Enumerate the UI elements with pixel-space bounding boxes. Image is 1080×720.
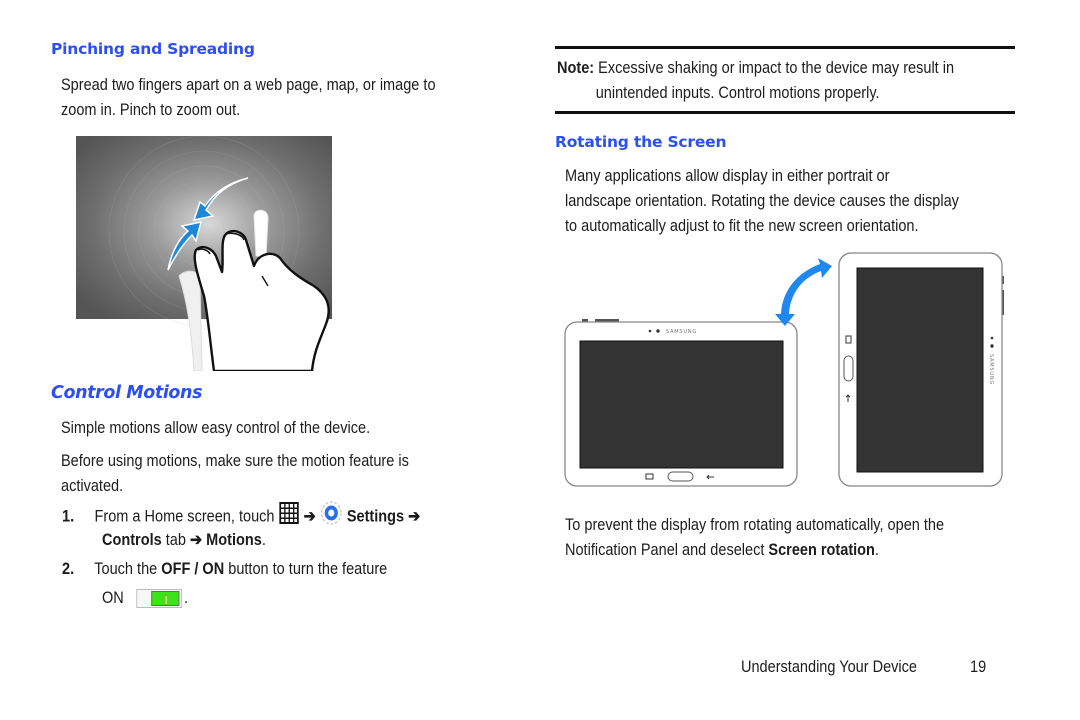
footer-section: Understanding Your Device	[741, 658, 917, 676]
note-text: Excessive shaking or impact to the devic…	[598, 59, 955, 77]
pinch-gesture-illustration	[76, 135, 334, 373]
note-label: Note:	[557, 59, 595, 77]
step-2: 2. Touch the OFF / ON button to turn the…	[62, 557, 387, 582]
rotating-body-line: landscape orientation. Rotating the devi…	[565, 192, 959, 210]
brand-text: SAMSUNG	[988, 354, 994, 385]
landscape-tablet: SAMSUNG	[564, 319, 798, 487]
arrow-icon: ➔	[189, 531, 203, 549]
motions-label: Motions	[206, 531, 262, 549]
rotating-heading: Rotating the Screen	[555, 133, 727, 151]
rotating-body: Many applications allow display in eithe…	[565, 164, 959, 239]
instruction-line: To prevent the display from rotating aut…	[565, 516, 945, 534]
period: .	[874, 541, 879, 559]
on-label: ON	[102, 589, 124, 607]
pinching-body-line: Spread two fingers apart on a web page, …	[61, 76, 436, 94]
step-number: 1.	[62, 507, 75, 526]
screen-rotation-label: Screen rotation	[768, 541, 875, 559]
portrait-tablet: SAMSUNG	[838, 252, 1004, 487]
toggle-knob	[151, 591, 180, 607]
note-top-rule	[555, 46, 1015, 49]
controls-label: Controls	[102, 531, 162, 549]
note-bottom-rule	[555, 111, 1015, 114]
control-motions-heading: Control Motions	[51, 383, 203, 403]
tab-text: tab	[165, 531, 186, 549]
rotating-body-line: Many applications allow display in eithe…	[565, 167, 890, 185]
page-number: 19	[970, 658, 987, 676]
step-1-continued: Controls tab ➔ Motions.	[102, 528, 266, 553]
ghost-finger	[253, 209, 269, 257]
pinching-heading: Pinching and Spreading	[51, 40, 255, 58]
ghost-thumb	[178, 270, 203, 372]
settings-gear-icon	[320, 500, 343, 534]
step-2-continued: ON .	[102, 586, 188, 611]
off-on-label: OFF / ON	[161, 560, 225, 578]
rotate-arrow-icon	[775, 258, 832, 326]
note-line: activated.	[61, 477, 124, 495]
note-line: Before using motions, make sure the moti…	[61, 452, 409, 470]
period: .	[184, 589, 189, 607]
control-motions-intro: Simple motions allow easy control of the…	[61, 419, 371, 437]
rotation-instructions: To prevent the display from rotating aut…	[565, 513, 944, 563]
pinch-gesture-svg	[76, 135, 332, 373]
on-off-toggle	[136, 589, 183, 609]
step-text: button to turn the feature	[228, 560, 388, 578]
tablet-rotation-svg: SAMSUNG SAMSUNG	[564, 252, 1004, 487]
pinching-body-line: zoom in. Pinch to zoom out.	[61, 101, 241, 119]
tablet-rotation-illustration: SAMSUNG SAMSUNG	[560, 248, 1020, 493]
period: .	[261, 531, 266, 549]
control-motions-note: Before using motions, make sure the moti…	[61, 449, 409, 499]
step-text: From a Home screen, touch	[94, 507, 275, 526]
pinching-body: Spread two fingers apart on a web page, …	[61, 73, 436, 123]
step-number: 2.	[62, 560, 75, 578]
arrow-icon: ➔	[303, 507, 316, 526]
instruction-text: Notification Panel and deselect	[565, 541, 765, 559]
step-text: Touch the	[94, 560, 158, 578]
arrow-icon: ➔	[408, 507, 421, 526]
rotating-body-line: to automatically adjust to fit the new s…	[565, 217, 919, 235]
settings-label: Settings	[346, 507, 405, 526]
note-text: unintended inputs. Control motions prope…	[595, 84, 880, 102]
apps-grid-icon	[279, 501, 300, 533]
brand-text: SAMSUNG	[666, 329, 697, 335]
note-box: Note: Excessive shaking or impact to the…	[557, 56, 954, 106]
